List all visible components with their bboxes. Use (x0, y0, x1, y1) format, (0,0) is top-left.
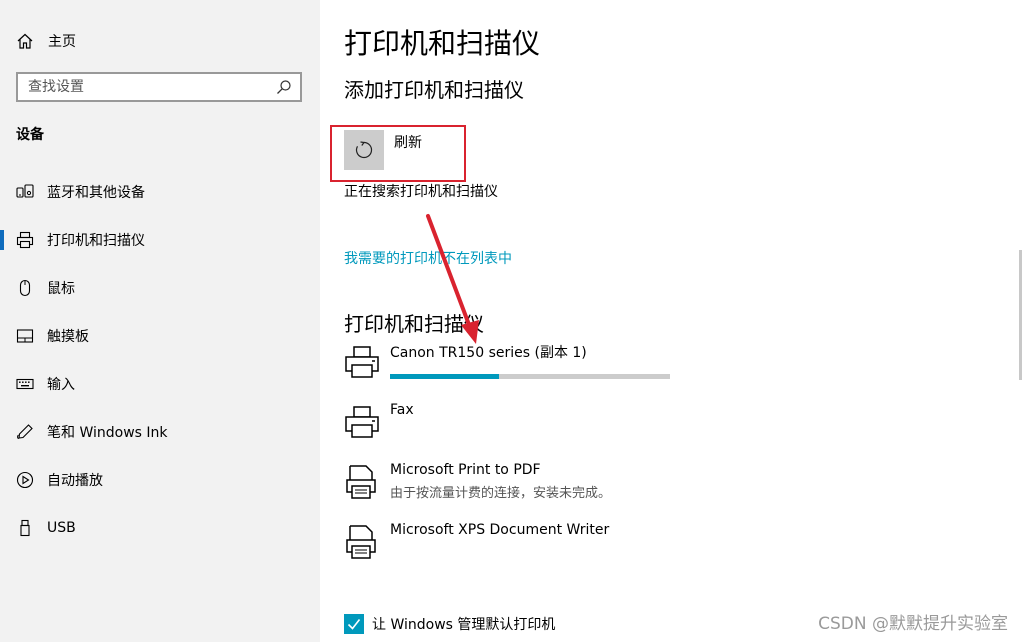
autoplay-icon (16, 471, 34, 489)
pen-icon (17, 424, 33, 439)
device-status: 由于按流量计费的连接，安装未完成。 (390, 486, 612, 501)
sidebar-item-label: 自动播放 (47, 473, 103, 489)
devices-section-title: 打印机和扫描仪 (344, 312, 484, 336)
device-fax[interactable]: Fax (344, 402, 704, 454)
settings-search[interactable] (16, 72, 302, 102)
sidebar-nav: 蓝牙和其他设备 打印机和扫描仪 鼠标 触摸板 输入 笔和 Windows Ink… (0, 168, 320, 552)
printer-icon (345, 406, 379, 438)
usb-icon (20, 519, 30, 537)
device-xps-writer[interactable]: Microsoft XPS Document Writer (344, 522, 704, 574)
checkmark-icon (347, 619, 361, 630)
device-name: Microsoft XPS Document Writer (390, 522, 610, 538)
refresh-icon (355, 141, 373, 159)
device-name: Fax (390, 402, 414, 418)
home-label: 主页 (48, 34, 76, 50)
printer-icon (16, 231, 34, 249)
main-content: 打印机和扫描仪 添加打印机和扫描仪 刷新 正在搜索打印机和扫描仪 我需要的打印机… (320, 0, 1022, 642)
page-title: 打印机和扫描仪 (344, 27, 541, 60)
document-printer-icon (346, 465, 376, 499)
sidebar-item-pen[interactable]: 笔和 Windows Ink (0, 408, 320, 456)
sidebar-item-typing[interactable]: 输入 (0, 360, 320, 408)
sidebar: 主页 设备 蓝牙和其他设备 打印机和扫描仪 (0, 0, 320, 642)
section-title-devices: 设备 (16, 127, 44, 143)
install-progress-fill (390, 374, 500, 379)
install-progress-bar (390, 374, 670, 379)
add-section-title: 添加打印机和扫描仪 (344, 78, 524, 102)
sidebar-item-printers[interactable]: 打印机和扫描仪 (0, 216, 320, 264)
home-icon (17, 33, 33, 49)
sidebar-item-label: 笔和 Windows Ink (47, 425, 168, 441)
default-printer-label: 让 Windows 管理默认打印机 (372, 617, 556, 633)
device-name: Canon TR150 series (副本 1) (390, 345, 587, 361)
keyboard-icon (16, 378, 34, 390)
document-printer-icon (346, 525, 376, 559)
printer-icon (345, 346, 379, 378)
default-printer-checkbox[interactable] (344, 614, 364, 634)
sidebar-item-mouse[interactable]: 鼠标 (0, 264, 320, 312)
device-print-to-pdf[interactable]: Microsoft Print to PDF 由于按流量计费的连接，安装未完成。 (344, 462, 704, 514)
printer-not-listed-link[interactable]: 我需要的打印机不在列表中 (344, 248, 512, 268)
sidebar-item-label: 鼠标 (47, 281, 75, 297)
sidebar-item-label: 打印机和扫描仪 (47, 233, 145, 249)
home-link[interactable]: 主页 (16, 30, 76, 52)
sidebar-item-label: 触摸板 (47, 329, 89, 345)
sidebar-item-label: 蓝牙和其他设备 (47, 185, 145, 201)
search-icon[interactable] (276, 79, 292, 95)
touchpad-icon (16, 329, 34, 343)
search-input[interactable] (18, 79, 276, 95)
bluetooth-icon (16, 184, 34, 198)
sidebar-item-usb[interactable]: USB (0, 504, 320, 552)
refresh-label[interactable]: 刷新 (394, 132, 422, 152)
sidebar-item-label: 输入 (47, 377, 75, 393)
searching-status: 正在搜索打印机和扫描仪 (344, 184, 498, 200)
sidebar-item-label: USB (47, 520, 76, 536)
mouse-icon (19, 279, 31, 297)
refresh-button[interactable] (344, 130, 384, 170)
device-canon-tr150[interactable]: Canon TR150 series (副本 1) (344, 342, 704, 394)
device-name: Microsoft Print to PDF (390, 462, 541, 478)
watermark: CSDN @默默提升实验室 (818, 614, 1008, 634)
sidebar-item-autoplay[interactable]: 自动播放 (0, 456, 320, 504)
sidebar-item-bluetooth[interactable]: 蓝牙和其他设备 (0, 168, 320, 216)
default-printer-toggle[interactable]: 让 Windows 管理默认打印机 (344, 614, 555, 634)
sidebar-item-touchpad[interactable]: 触摸板 (0, 312, 320, 360)
